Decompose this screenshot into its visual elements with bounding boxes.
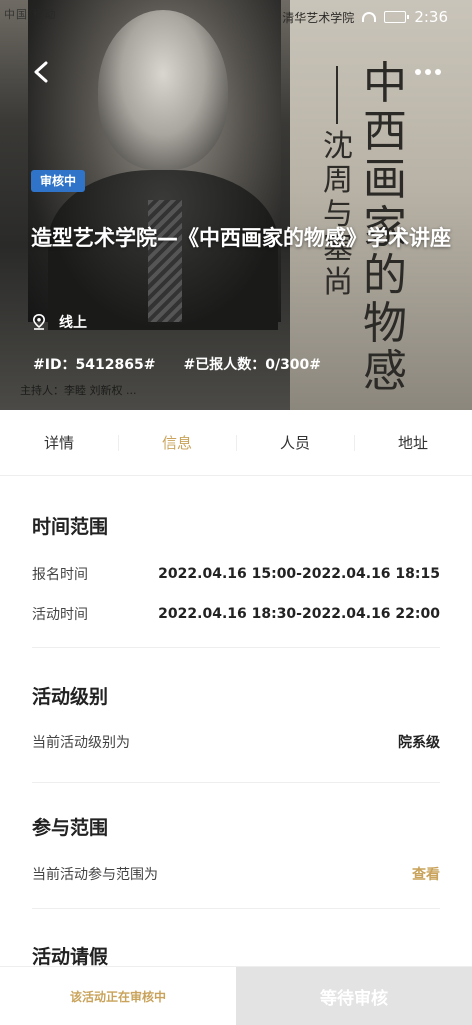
activity-time-row: 活动时间 2022.04.16 18:30-2022.04.16 22:00 [32, 604, 440, 624]
participation-scope-label: 当前活动参与范围为 [32, 867, 158, 883]
activity-level-row: 当前活动级别为 院系级 [32, 732, 440, 752]
activity-time-value: 2022.04.16 18:30-2022.04.16 22:00 [158, 606, 440, 622]
signup-time-value: 2022.04.16 15:00-2022.04.16 18:15 [158, 566, 440, 582]
chevron-left-icon [34, 61, 48, 83]
poster-overlay-text: 清华艺术学院 [282, 10, 355, 25]
view-scope-link[interactable]: 查看 [412, 864, 440, 884]
tab-details[interactable]: 详情 [0, 431, 118, 455]
status-icons: 清华艺术学院 2:36 [282, 8, 448, 26]
participation-scope-section: 参与范围 当前活动参与范围为 查看 [32, 813, 440, 884]
activity-leave-title: 活动请假 [32, 946, 109, 968]
activity-level-section: 活动级别 当前活动级别为 院系级 [32, 682, 440, 752]
divider [32, 782, 440, 783]
signup-count: #已报人数：0/300# [183, 357, 322, 373]
tab-people[interactable]: 人员 [236, 431, 354, 455]
participation-scope-row: 当前活动参与范围为 查看 [32, 864, 440, 884]
divider [32, 647, 440, 648]
tab-info[interactable]: 信息 [118, 431, 236, 455]
hero-banner: 沈 周 与 塞 尚 中 西 画 家 的 物 感 主持人：李睦 刘新权 ... 中… [0, 0, 472, 410]
more-options-button[interactable] [410, 60, 446, 84]
activity-time-label: 活动时间 [32, 607, 88, 623]
event-location: 线上 [33, 312, 87, 332]
bottom-action-bar: 该活动正在审核中 等待审核 [0, 966, 472, 1025]
activity-level-value: 院系级 [398, 735, 440, 751]
tab-address[interactable]: 地址 [354, 431, 472, 455]
poster-caption: 主持人：李睦 刘新权 ... [20, 384, 137, 397]
back-button[interactable] [26, 56, 56, 88]
battery-icon [384, 11, 410, 23]
poster-calligraphy-sub: 沈 周 与 塞 尚 [323, 129, 353, 300]
review-status-badge: 审核中 [31, 170, 86, 192]
event-location-label: 线上 [59, 315, 87, 331]
poster-portrait-image [28, 0, 281, 330]
awaiting-review-button[interactable]: 等待审核 [236, 967, 472, 1025]
signup-time-row: 报名时间 2022.04.16 15:00-2022.04.16 18:15 [32, 564, 440, 584]
wifi-icon [362, 12, 377, 22]
participation-scope-title: 参与范围 [32, 817, 109, 839]
tab-bar: 详情 信息 人员 地址 [0, 410, 472, 476]
poster-caption-strip: 主持人：李睦 刘新权 ... [0, 376, 472, 410]
signup-time-label: 报名时间 [32, 567, 88, 583]
carrier-label: 中国 移动 [4, 8, 57, 21]
divider [32, 908, 440, 909]
more-dots-icon [415, 69, 421, 75]
activity-leave-section: 活动请假 [32, 942, 440, 969]
event-id: #ID：5412865# [33, 357, 156, 373]
event-title: 造型艺术学院—《中西画家的物感》学术讲座 [31, 226, 451, 250]
review-status-text: 该活动正在审核中 [0, 967, 236, 1025]
clock-time: 2:36 [414, 8, 448, 26]
time-range-title: 时间范围 [32, 516, 109, 538]
time-range-section: 时间范围 报名时间 2022.04.16 15:00-2022.04.16 18… [32, 512, 440, 624]
status-bar: 中国 移动 清华艺术学院 2:36 [0, 0, 472, 34]
location-pin-icon [33, 314, 45, 330]
activity-level-label: 当前活动级别为 [32, 735, 130, 751]
poster-dash [336, 66, 338, 124]
activity-level-title: 活动级别 [32, 686, 109, 708]
event-meta: #ID：5412865# #已报人数：0/300# [33, 354, 321, 374]
